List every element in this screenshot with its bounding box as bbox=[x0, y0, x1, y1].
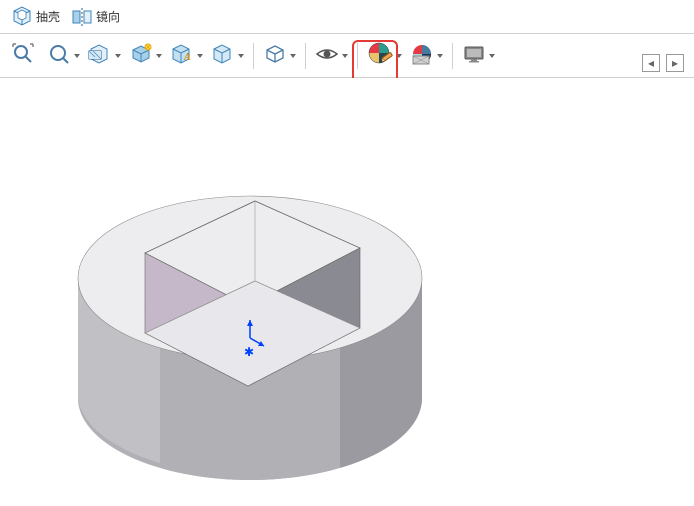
separator bbox=[305, 43, 306, 69]
toolbar-prev-button[interactable]: ◂ bbox=[642, 54, 660, 72]
dropdown-icon[interactable] bbox=[436, 51, 444, 61]
zoom-fit-icon bbox=[10, 41, 36, 70]
dropdown-icon[interactable] bbox=[237, 51, 245, 61]
mirror-button[interactable]: 镜向 bbox=[66, 3, 124, 31]
view-toolbar: A bbox=[0, 34, 694, 78]
mirror-icon bbox=[70, 5, 94, 29]
svg-text:✱: ✱ bbox=[244, 345, 254, 359]
view-visibility-button[interactable] bbox=[314, 39, 349, 73]
dropdown-icon[interactable] bbox=[155, 51, 163, 61]
chevron-right-icon: ▸ bbox=[672, 56, 678, 70]
dropdown-icon[interactable] bbox=[395, 51, 403, 61]
toolbar-next-button[interactable]: ▸ bbox=[666, 54, 684, 72]
dropdown-icon[interactable] bbox=[196, 51, 204, 61]
scene-icon bbox=[409, 41, 435, 70]
model-render: ✱ bbox=[0, 78, 694, 506]
separator bbox=[357, 43, 358, 69]
separator bbox=[452, 43, 453, 69]
wireframe-cube-button[interactable] bbox=[262, 39, 297, 73]
dropdown-icon[interactable] bbox=[289, 51, 297, 61]
zoom-area-button[interactable] bbox=[46, 39, 81, 73]
section-view-button[interactable] bbox=[87, 39, 122, 73]
draft-quality-icon: A bbox=[169, 41, 195, 70]
separator bbox=[253, 43, 254, 69]
zoom-fit-button[interactable] bbox=[6, 39, 40, 73]
view-orientation-button[interactable] bbox=[128, 39, 163, 73]
shell-button[interactable]: 抽壳 bbox=[6, 3, 64, 31]
chevron-left-icon: ◂ bbox=[648, 56, 654, 70]
feature-toolbar: 抽壳 镜向 bbox=[0, 0, 694, 34]
view-orientation-icon bbox=[128, 41, 154, 70]
graphics-viewport[interactable]: ✱ bbox=[0, 78, 694, 506]
zoom-area-icon bbox=[46, 41, 72, 70]
eye-icon bbox=[314, 41, 340, 70]
shell-label: 抽壳 bbox=[36, 8, 60, 25]
edit-appearance-icon bbox=[366, 40, 394, 71]
svg-text:A: A bbox=[183, 52, 191, 63]
section-view-icon bbox=[87, 41, 113, 70]
monitor-icon bbox=[461, 41, 487, 70]
dropdown-icon[interactable] bbox=[488, 51, 496, 61]
monitor-button[interactable] bbox=[461, 39, 496, 73]
dropdown-icon[interactable] bbox=[73, 51, 81, 61]
draft-quality-button[interactable]: A bbox=[169, 39, 204, 73]
wireframe-cube-icon bbox=[262, 41, 288, 70]
toolbar-nav: ◂ ▸ bbox=[642, 54, 684, 72]
dropdown-icon[interactable] bbox=[114, 51, 122, 61]
display-style-button[interactable] bbox=[210, 39, 245, 73]
dropdown-icon[interactable] bbox=[341, 51, 349, 61]
shell-icon bbox=[10, 5, 34, 29]
scene-button[interactable] bbox=[409, 39, 444, 73]
display-style-icon bbox=[210, 41, 236, 70]
mirror-label: 镜向 bbox=[96, 8, 120, 25]
edit-appearance-button[interactable] bbox=[366, 39, 403, 73]
